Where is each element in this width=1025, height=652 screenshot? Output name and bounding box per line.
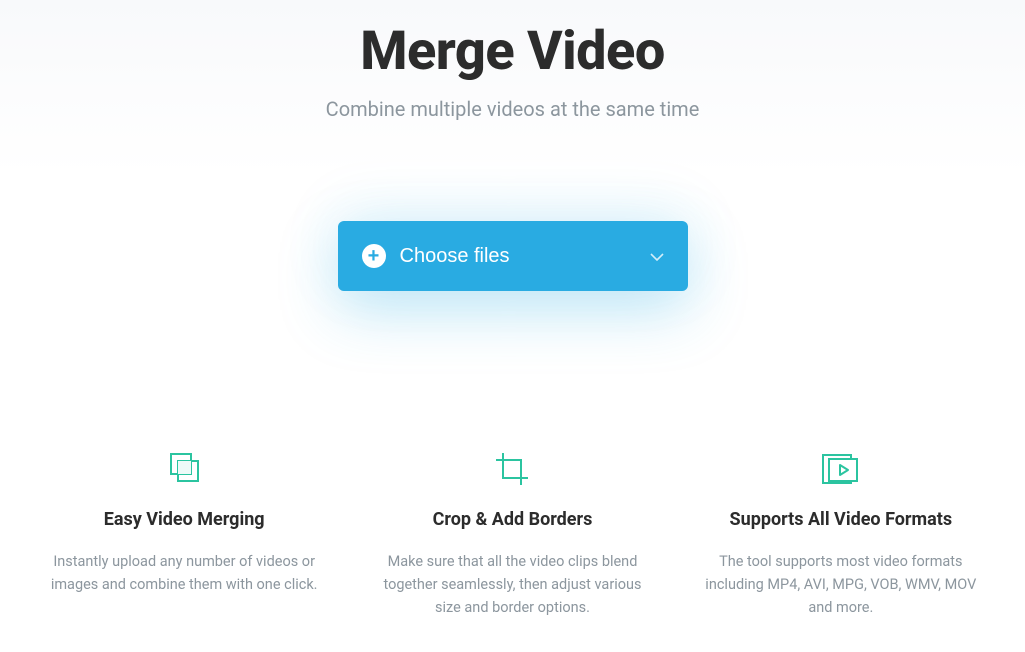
page-title: Merge Video [0, 20, 1025, 83]
feature-title: Crop & Add Borders [376, 509, 648, 530]
feature-desc: Instantly upload any number of videos or… [48, 550, 320, 596]
merge-icon [48, 451, 320, 487]
page-subtitle: Combine multiple videos at the same time [0, 97, 1025, 121]
feature-desc: The tool supports most video formats inc… [705, 550, 977, 620]
plus-icon: + [362, 244, 386, 268]
feature-desc: Make sure that all the video clips blend… [376, 550, 648, 620]
feature-crop-borders: Crop & Add Borders Make sure that all th… [348, 451, 676, 620]
chevron-down-icon[interactable] [650, 248, 664, 264]
crop-icon [376, 451, 648, 487]
feature-formats: Supports All Video Formats The tool supp… [677, 451, 1005, 620]
feature-title: Supports All Video Formats [705, 509, 977, 530]
feature-easy-merging: Easy Video Merging Instantly upload any … [20, 451, 348, 620]
video-play-icon [705, 451, 977, 487]
choose-files-label: Choose files [400, 245, 650, 268]
feature-title: Easy Video Merging [48, 509, 320, 530]
choose-files-button[interactable]: + Choose files [338, 221, 688, 291]
